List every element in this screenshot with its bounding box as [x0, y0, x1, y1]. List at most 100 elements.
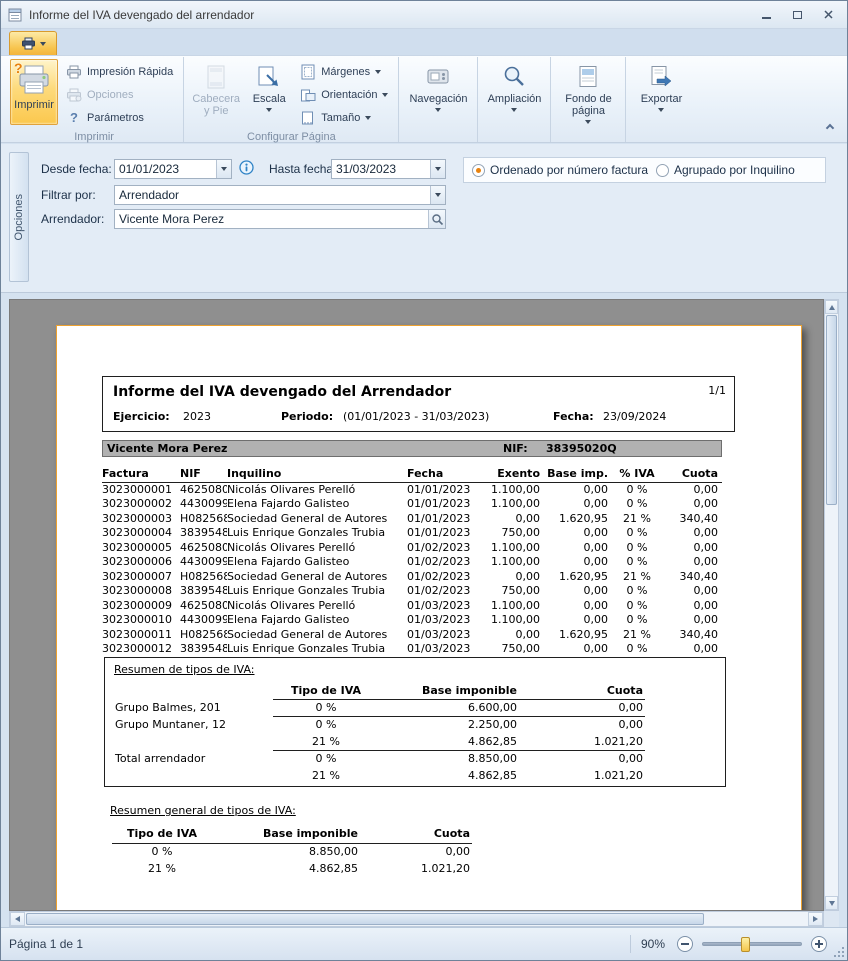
table-cell: 1.100,00: [479, 497, 544, 512]
filtrar-por-combo[interactable]: Arrendador: [114, 185, 446, 205]
navegacion-button[interactable]: Navegación: [404, 59, 472, 139]
scroll-up-button[interactable]: [825, 300, 838, 314]
table-cell: 38395486E: [180, 526, 227, 541]
orientacion-button[interactable]: Orientación: [295, 84, 393, 105]
options-tab[interactable]: Opciones: [9, 152, 29, 282]
table-cell: 46250800P: [180, 540, 227, 555]
table-cell: 0,00: [544, 482, 612, 497]
export-icon: [648, 64, 674, 90]
parametros-button[interactable]: ? Parámetros: [61, 107, 178, 128]
table-cell: 1.100,00: [479, 613, 544, 628]
options-panel: Opciones Desde fecha: 01/01/2023 Hasta f…: [1, 144, 847, 293]
table-cell: 21 %: [612, 511, 662, 526]
general-summary-title: Resumen general de tipos de IVA:: [110, 804, 296, 817]
margenes-button[interactable]: Márgenes: [295, 61, 393, 82]
landlord-bar: Vicente Mora Perez NIF: 38395020Q: [102, 440, 722, 457]
hasta-fecha-label: Hasta fecha:: [269, 162, 336, 176]
zoom-slider[interactable]: [702, 942, 802, 946]
tamano-button[interactable]: Tamaño: [295, 107, 393, 128]
close-button[interactable]: [815, 6, 841, 23]
iva-summary-box: Resumen de tipos de IVA: Tipo de IVABase…: [104, 657, 726, 787]
table-cell: Elena Fajardo Galisteo: [227, 497, 407, 512]
table-cell: 21 %: [112, 860, 212, 877]
zoom-out-button[interactable]: [677, 936, 693, 952]
table-cell: 01/03/2023: [407, 642, 479, 657]
dropdown-button[interactable]: [216, 160, 231, 178]
radio-ordenado-por-factura[interactable]: Ordenado por número factura: [472, 163, 648, 177]
hasta-fecha-combo[interactable]: 31/03/2023: [331, 159, 446, 179]
preview-canvas[interactable]: Informe del IVA devengado del Arrendador…: [9, 299, 824, 911]
escala-label: Escala: [253, 93, 286, 105]
scroll-down-button[interactable]: [825, 896, 838, 910]
table-cell: 3023000004: [102, 526, 180, 541]
fecha-label: Fecha:: [553, 410, 594, 423]
table-cell: 0 %: [273, 699, 379, 716]
table-cell: H08256854: [180, 569, 227, 584]
column-header: Base imponible: [379, 682, 519, 699]
dropdown-button[interactable]: [430, 186, 445, 204]
scroll-left-button[interactable]: [10, 912, 25, 926]
horizontal-scroll-thumb[interactable]: [26, 913, 704, 925]
table-row: 302300000146250800PNicolás Olivares Pere…: [102, 482, 722, 497]
table-cell: 340,40: [662, 511, 722, 526]
ribbon-group-imprimir: ? Imprimir Impresión Rápida Opciones ?: [5, 57, 183, 142]
triangle-down-icon: [829, 901, 835, 906]
table-cell: 0 %: [612, 526, 662, 541]
table-cell: 0,00: [360, 843, 472, 860]
zoom-in-button[interactable]: [811, 936, 827, 952]
table-cell: 0,00: [479, 569, 544, 584]
table-row: 21 %4.862,851.021,20: [112, 860, 472, 877]
column-header: Inquilino: [227, 466, 407, 482]
table-cell: 0 %: [612, 540, 662, 555]
table-cell: Luis Enrique Gonzales Trubia: [227, 526, 407, 541]
arrendador-input[interactable]: [115, 210, 428, 228]
dropdown-button[interactable]: [430, 160, 445, 178]
titlebar[interactable]: Informe del IVA devengado del arrendador: [1, 1, 847, 29]
print-menu-tab[interactable]: [9, 31, 57, 55]
imprimir-button[interactable]: ? Imprimir: [10, 59, 58, 125]
scroll-right-button[interactable]: [808, 912, 823, 926]
iva-summary-body: Grupo Balmes, 2010 %6.600,000,00Grupo Mu…: [115, 699, 645, 784]
tamano-label: Tamaño: [321, 112, 360, 124]
zoom-slider-thumb[interactable]: [741, 937, 750, 952]
table-row: Total arrendador0 %8.850,000,00: [115, 750, 645, 767]
table-cell: Luis Enrique Gonzales Trubia: [227, 584, 407, 599]
ampliacion-button[interactable]: Ampliación: [483, 59, 545, 139]
ribbon-collapse-button[interactable]: [821, 120, 839, 136]
opciones-button: Opciones: [61, 84, 178, 105]
table-cell: Luis Enrique Gonzales Trubia: [227, 642, 407, 657]
radio-dot-icon: [656, 164, 669, 177]
exportar-button[interactable]: Exportar: [631, 59, 691, 139]
vertical-scroll-thumb[interactable]: [826, 315, 837, 505]
fondo-pagina-label: Fondo de página: [559, 93, 617, 117]
radio-agrupado-por-inquilino[interactable]: Agrupado por Inquilino: [656, 163, 795, 177]
table-row: 302300000838395486ELuis Enrique Gonzales…: [102, 584, 722, 599]
horizontal-scrollbar[interactable]: [9, 911, 824, 927]
maximize-button[interactable]: [784, 6, 810, 23]
search-button[interactable]: [428, 210, 445, 228]
column-header: Cuota: [360, 825, 472, 843]
escala-button[interactable]: Escala: [246, 59, 292, 125]
info-icon[interactable]: [239, 160, 254, 175]
table-cell: 0,00: [519, 716, 645, 733]
radio-dot-icon: [472, 164, 485, 177]
nif-label: NIF:: [503, 442, 528, 455]
minimize-button[interactable]: [753, 6, 779, 23]
column-header: Exento: [479, 466, 544, 482]
chevron-down-icon: [511, 108, 517, 112]
fondo-pagina-button[interactable]: Fondo de página: [556, 59, 620, 139]
impresion-rapida-button[interactable]: Impresión Rápida: [61, 61, 178, 82]
triangle-right-icon: [813, 916, 818, 922]
table-cell: 38395486E: [180, 642, 227, 657]
resize-grip[interactable]: [832, 945, 845, 958]
vertical-scrollbar[interactable]: [824, 299, 839, 911]
chevron-down-icon: [658, 108, 664, 112]
cabecera-pie-label: Cabecera y Pie: [192, 93, 240, 117]
desde-fecha-combo[interactable]: 01/01/2023: [114, 159, 232, 179]
chevron-down-icon: [40, 42, 46, 46]
table-cell: 3023000005: [102, 540, 180, 555]
report-window-icon: [7, 7, 23, 23]
landlord-name: Vicente Mora Perez: [107, 442, 227, 455]
orientation-icon: [300, 87, 316, 103]
margins-icon: [300, 64, 316, 80]
